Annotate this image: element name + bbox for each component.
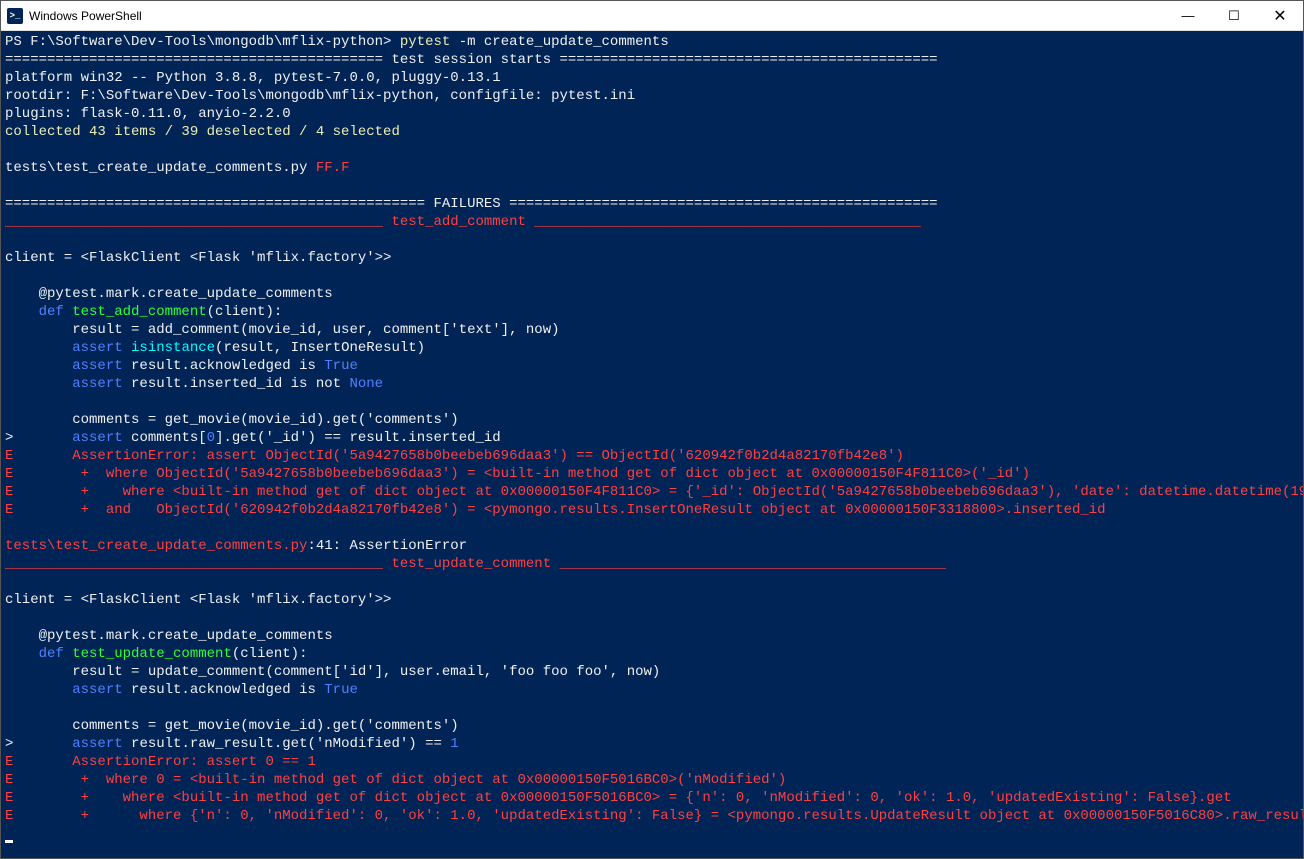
powershell-window: >_ Windows PowerShell — ☐ ✕ PS F:\Softwa… [0, 0, 1304, 859]
decorator-line: @pytest.mark.create_update_comments [5, 286, 333, 302]
code-mid: result.acknowledged [123, 358, 299, 374]
index-num: 0 [207, 430, 215, 446]
isinstance-kw: isinstance [131, 340, 215, 356]
rootdir-line: rootdir: F:\Software\Dev-Tools\mongodb\m… [5, 88, 635, 104]
assert-kw: assert [5, 376, 123, 392]
terminal-content[interactable]: PS F:\Software\Dev-Tools\mongodb\mflix-p… [1, 31, 1303, 858]
platform-line: platform win32 -- Python 3.8.8, pytest-7… [5, 70, 501, 86]
error-line: E + where <built-in method get of dict o… [5, 484, 1303, 500]
def-name: test_update_comment [72, 646, 232, 662]
def-name: test_add_comment [72, 304, 206, 320]
window-controls: — ☐ ✕ [1165, 1, 1303, 30]
prompt-arrow: > [5, 430, 72, 446]
is-kw: is [299, 682, 324, 698]
location-file: tests\test_create_update_comments.py [5, 538, 307, 554]
code-mid: result.raw_result.get('nModified') == [123, 736, 451, 752]
error-line: E + where ObjectId('5a9427658b0beebeb696… [5, 466, 1030, 482]
prompt-args: -m create_update_comments [450, 34, 668, 50]
window-title: Windows PowerShell [29, 9, 142, 23]
test-file: tests\test_create_update_comments.py [5, 160, 316, 176]
titlebar-left: >_ Windows PowerShell [1, 8, 142, 24]
assert-kw: assert [5, 340, 131, 356]
code-mid: comments[ [123, 430, 207, 446]
code-rest: ].get('_id') == result.inserted_id [215, 430, 501, 446]
def-keyword: def [5, 304, 72, 320]
close-button[interactable]: ✕ [1257, 1, 1303, 30]
powershell-icon: >_ [7, 8, 23, 24]
code-mid: result.inserted_id [123, 376, 291, 392]
error-line: E AssertionError: assert ObjectId('5a942… [5, 448, 904, 464]
error-line: E + where {'n': 0, 'nModified': 0, 'ok':… [5, 808, 1303, 824]
assert-kw: assert [72, 736, 122, 752]
test2-header: ________________________________________… [5, 556, 946, 572]
prompt-path: PS F:\Software\Dev-Tools\mongodb\mflix-p… [5, 34, 400, 50]
code-line: comments = get_movie(movie_id).get('comm… [5, 718, 459, 734]
location-line: :41: AssertionError [307, 538, 467, 554]
def-params: (client): [232, 646, 308, 662]
code-mid: result.acknowledged [123, 682, 299, 698]
test1-header: ________________________________________… [5, 214, 921, 230]
prompt-command: pytest [400, 34, 450, 50]
def-params: (client): [207, 304, 283, 320]
none-kw: None [349, 376, 383, 392]
def-keyword: def [5, 646, 72, 662]
num-literal: 1 [450, 736, 458, 752]
code-line: result = update_comment(comment['id'], u… [5, 664, 660, 680]
assert-kw: assert [72, 430, 122, 446]
minimize-button[interactable]: — [1165, 1, 1211, 30]
error-line: E + where 0 = <built-in method get of di… [5, 772, 786, 788]
titlebar[interactable]: >_ Windows PowerShell — ☐ ✕ [1, 1, 1303, 31]
test-results: FF.F [316, 160, 350, 176]
true-kw: True [324, 682, 358, 698]
assert-kw: assert [5, 682, 123, 698]
error-line: E AssertionError: assert 0 == 1 [5, 754, 316, 770]
cursor [5, 840, 13, 843]
session-separator: ========================================… [5, 52, 938, 68]
maximize-button[interactable]: ☐ [1211, 1, 1257, 30]
error-line: E + and ObjectId('620942f0b2d4a82170fb42… [5, 502, 1106, 518]
error-line: E + where <built-in method get of dict o… [5, 790, 1232, 806]
code-line: result = add_comment(movie_id, user, com… [5, 322, 560, 338]
plugins-line: plugins: flask-0.11.0, anyio-2.2.0 [5, 106, 291, 122]
assert-kw: assert [5, 358, 123, 374]
decorator-line: @pytest.mark.create_update_comments [5, 628, 333, 644]
code-line: comments = get_movie(movie_id).get('comm… [5, 412, 459, 428]
isnot-kw: is not [291, 376, 350, 392]
code-rest: (result, InsertOneResult) [215, 340, 425, 356]
failures-header: ========================================… [5, 196, 938, 212]
true-kw: True [324, 358, 358, 374]
prompt-arrow: > [5, 736, 72, 752]
collected-line: collected 43 items / 39 deselected / 4 s… [5, 124, 400, 140]
is-kw: is [299, 358, 324, 374]
client-line: client = <FlaskClient <Flask 'mflix.fact… [5, 592, 391, 608]
client-line: client = <FlaskClient <Flask 'mflix.fact… [5, 250, 391, 266]
